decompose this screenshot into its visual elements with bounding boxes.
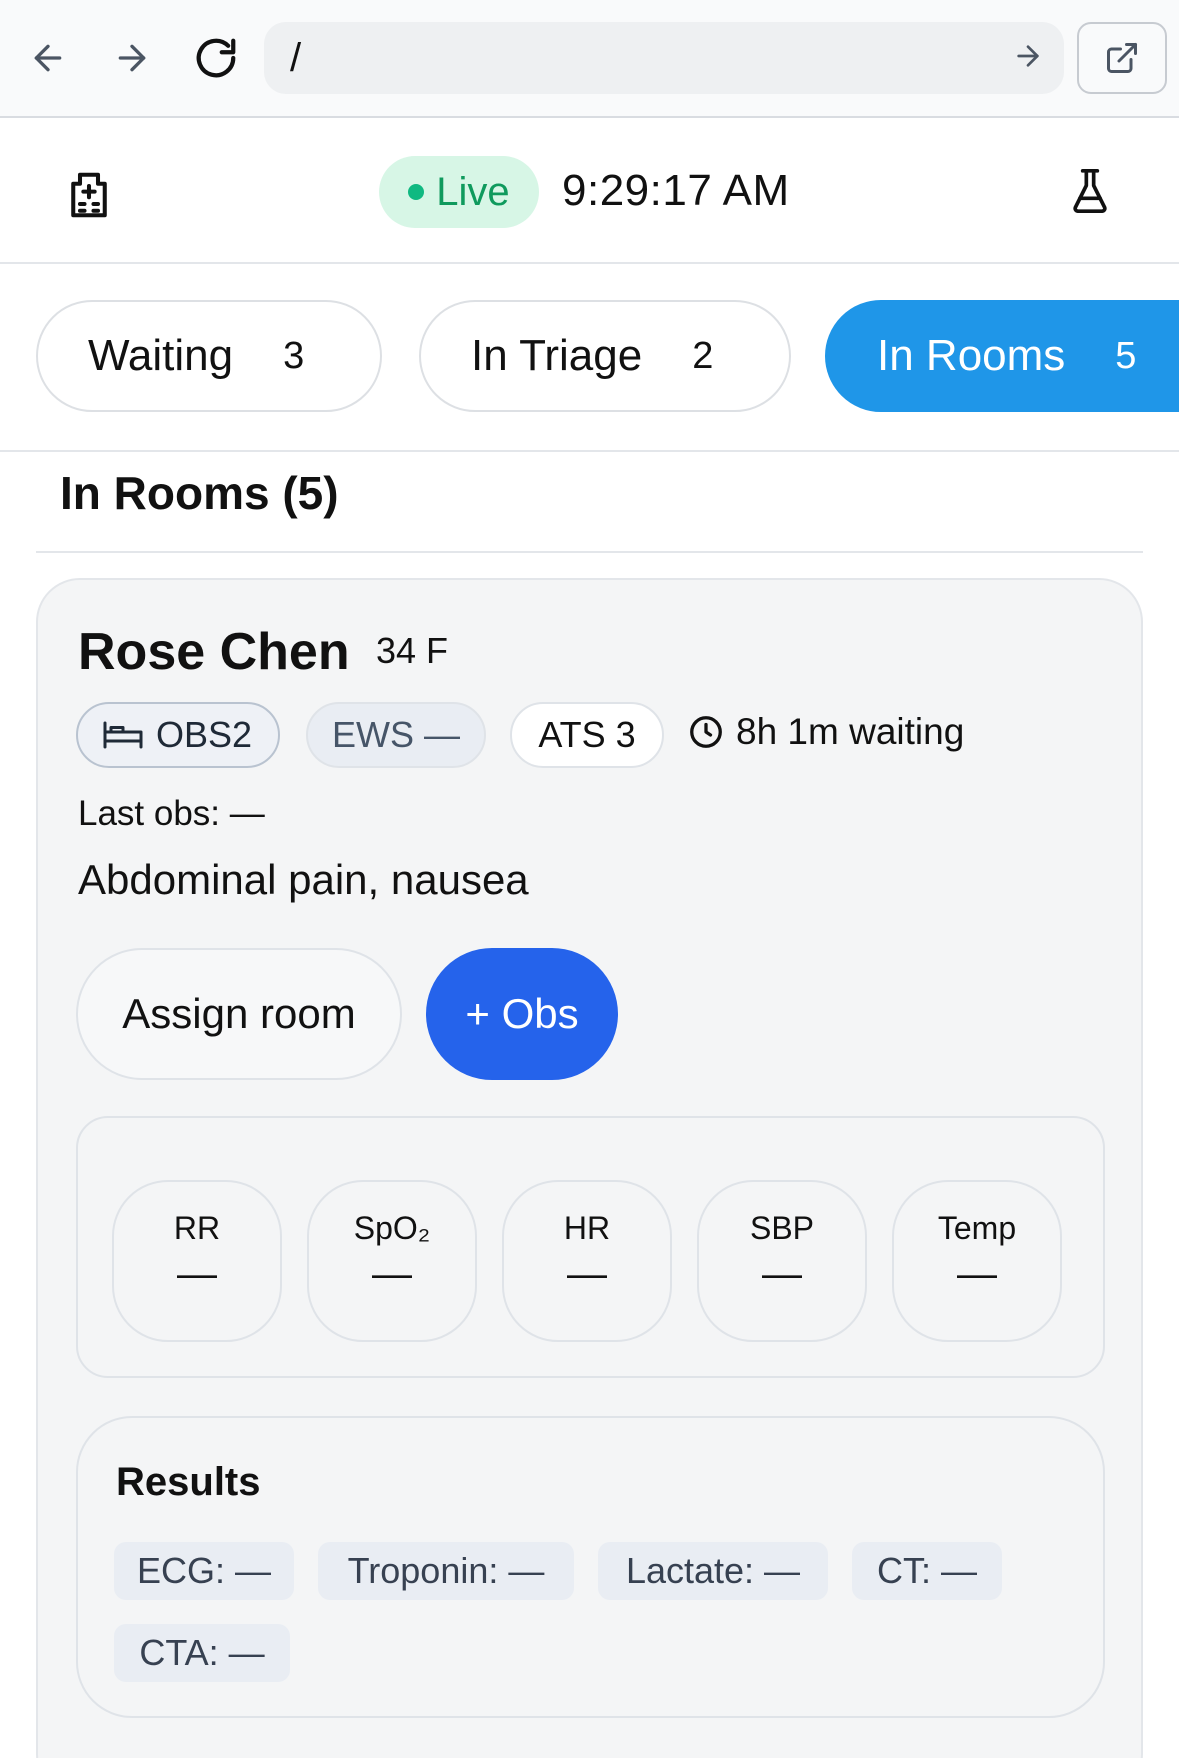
vital-label: HR [563,1210,611,1246]
status-tabs: Waiting 3 In Triage 2 In Rooms 5 [0,264,1179,452]
vital-label: SBP [749,1210,815,1246]
result-chip-cta[interactable]: CTA: — [114,1624,290,1682]
forward-button[interactable] [100,26,164,90]
patient-age-sex: 34 F [376,630,449,671]
vitals-panel: RR — SpO₂ — HR — SBP — Temp — [76,1116,1105,1378]
live-indicator-dot [408,184,425,200]
result-chip-ct[interactable]: CT: — [852,1542,1002,1600]
bed-badge: OBS2 [76,702,280,768]
url-text: / [290,36,302,80]
waiting-label: 8h 1m waiting [736,711,965,752]
section-title: In Rooms (5) [60,467,339,519]
browser-toolbar: / [0,0,1179,118]
patient-card[interactable]: Rose Chen 34 F OBS2 EWS — ATS 3 8h 1m wa… [36,578,1143,1758]
tab-in-rooms[interactable]: In Rooms 5 [825,300,1179,412]
live-label: Live [436,169,510,214]
tab-label: In Triage [471,331,643,380]
last-obs: Last obs: — [78,794,265,833]
vital-hr[interactable]: HR — [502,1180,672,1342]
flask-icon[interactable] [1068,166,1112,221]
assign-room-button[interactable]: Assign room [76,948,402,1080]
vital-temp[interactable]: Temp — [892,1180,1062,1342]
arrow-right-icon [118,44,146,72]
tab-in-triage[interactable]: In Triage 2 [419,300,791,412]
results-panel: Results ECG: — Troponin: — Lactate: — CT… [76,1416,1105,1718]
live-badge: Live [379,156,539,228]
patient-name: Rose Chen [78,623,350,681]
vital-sbp[interactable]: SBP — [697,1180,867,1342]
vital-value: — [177,1252,217,1296]
open-external-button[interactable] [1077,22,1167,94]
presenting-complaint: Abdominal pain, nausea [78,856,529,903]
result-chip-lactate[interactable]: Lactate: — [598,1542,828,1600]
vital-rr[interactable]: RR — [112,1180,282,1342]
result-chip-troponin[interactable]: Troponin: — [318,1542,574,1600]
reload-icon [196,38,236,78]
waiting-time: 8h 1m waiting [688,711,964,753]
vital-value: — [957,1252,997,1296]
tab-label: Waiting [88,331,234,380]
add-obs-button[interactable]: + Obs [426,948,618,1080]
arrow-left-icon [34,44,62,72]
bed-label: OBS2 [156,714,253,755]
vital-value: — [567,1252,607,1296]
vital-label: Temp [937,1210,1017,1246]
vital-spo2[interactable]: SpO₂ — [307,1180,477,1342]
ews-badge: EWS — [306,702,486,768]
app-header: Live 9:29:17 AM [0,120,1179,264]
tab-count: 5 [1115,334,1137,377]
vital-label: RR [173,1210,221,1246]
result-chip-ecg[interactable]: ECG: — [114,1542,294,1600]
hospital-icon[interactable] [62,168,116,227]
tab-count: 2 [692,334,714,377]
vital-label: SpO₂ [353,1210,431,1246]
bed-icon [103,721,143,749]
back-button[interactable] [16,26,80,90]
external-link-icon [1107,43,1137,73]
tab-count: 3 [283,334,305,377]
section-divider [36,551,1143,553]
clock-icon [690,716,722,748]
reload-button[interactable] [184,26,248,90]
go-icon[interactable] [1012,40,1044,77]
tab-label: In Rooms [877,331,1066,380]
ats-badge: ATS 3 [510,702,664,768]
results-title: Results [116,1460,261,1504]
tab-waiting[interactable]: Waiting 3 [36,300,382,412]
address-bar[interactable]: / [264,22,1064,94]
current-time: 9:29:17 AM [562,166,790,215]
vital-value: — [762,1252,802,1296]
vital-value: — [372,1252,412,1296]
